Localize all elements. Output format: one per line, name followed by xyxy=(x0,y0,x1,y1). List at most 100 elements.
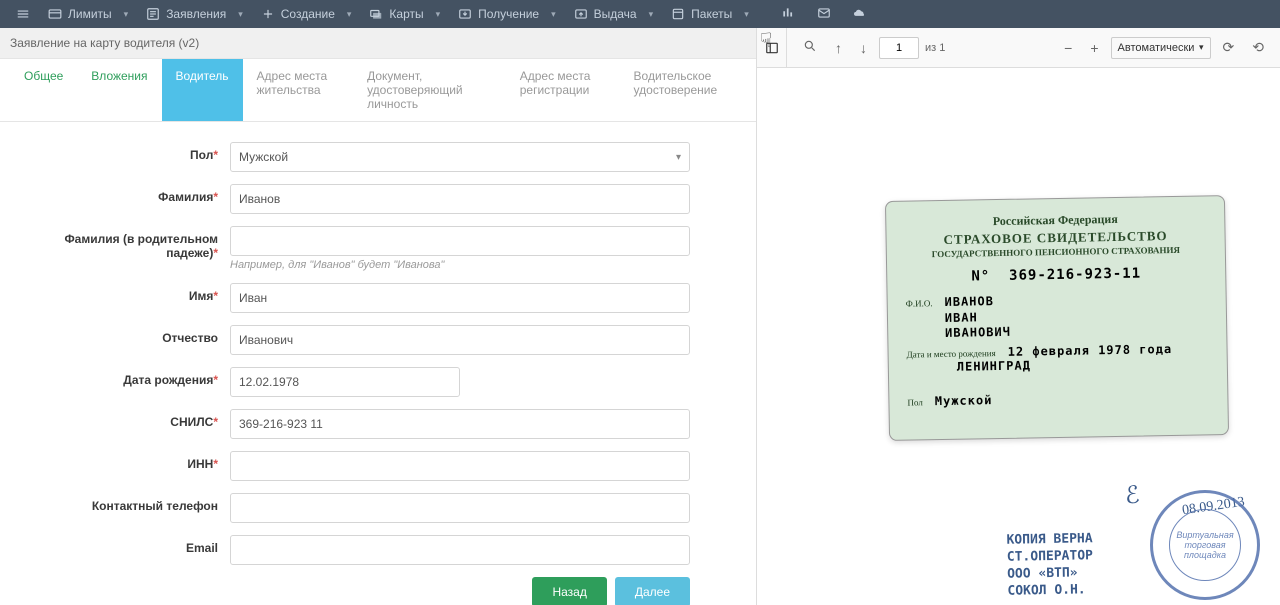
page-total-label: из 1 xyxy=(925,42,945,54)
nav-create[interactable]: Создание ▾ xyxy=(253,3,360,25)
snils-label: СНИЛС* xyxy=(20,409,230,429)
tab-driver[interactable]: Водитель xyxy=(162,59,243,121)
gender-label: Пол* xyxy=(20,142,230,162)
tabs: Общее Вложения Водитель Адрес места жите… xyxy=(0,59,756,122)
nav-receive[interactable]: Получение ▾ xyxy=(450,3,564,25)
chevron-down-icon: ▾ xyxy=(649,9,654,20)
snils-number: N° 369-216-923-11 xyxy=(905,264,1207,285)
snils-input[interactable] xyxy=(230,409,690,439)
nav-mail-icon[interactable] xyxy=(807,2,841,27)
form-area: Пол* Мужской Фамилия* Фамилия (в родител… xyxy=(0,122,756,605)
zoom-in-icon[interactable]: + xyxy=(1084,36,1104,60)
zoom-mode-select[interactable]: Автоматически▾ xyxy=(1111,37,1211,59)
lastname-gen-hint: Например, для "Иванов" будет "Иванова" xyxy=(230,259,690,271)
pdf-viewer-pane: ↑ ↓ из 1 − + Автоматически▾ ⟳ ⟲ Российск… xyxy=(757,28,1280,605)
nav-limits[interactable]: Лимиты ▾ xyxy=(40,3,136,25)
phone-label: Контактный телефон xyxy=(20,493,230,513)
cloud-upload-icon xyxy=(853,6,867,20)
snils-firstname: ИВАН xyxy=(945,309,1011,326)
inn-input[interactable] xyxy=(230,451,690,481)
tab-registration-address[interactable]: Адрес места регистрации xyxy=(506,59,620,121)
chevron-down-icon: ▾ xyxy=(347,9,352,20)
nav-label: Лимиты xyxy=(68,7,112,21)
snils-lastname: ИВАНОВ xyxy=(944,294,1010,311)
snils-document: Российская Федерация СТРАХОВОЕ СВИДЕТЕЛЬ… xyxy=(885,195,1229,441)
rotate-ccw-icon[interactable]: ⟲ xyxy=(1246,35,1270,60)
nav-label: Пакеты xyxy=(691,7,732,21)
issue-icon xyxy=(574,7,588,21)
back-button[interactable]: Назад xyxy=(532,577,606,605)
pdf-sidebar-toggle[interactable] xyxy=(757,28,787,68)
pdf-toolbar: ↑ ↓ из 1 − + Автоматически▾ ⟳ ⟲ xyxy=(757,28,1280,68)
lastname-gen-input[interactable] xyxy=(230,226,690,256)
pdf-canvas[interactable]: Российская Федерация СТРАХОВОЕ СВИДЕТЕЛЬ… xyxy=(757,68,1280,605)
home-icon xyxy=(16,7,30,21)
lastname-input[interactable] xyxy=(230,184,690,214)
card-icon xyxy=(48,7,62,21)
lastname-gen-label: Фамилия (в родительном падеже)* xyxy=(20,226,230,260)
nav-cloud-icon[interactable] xyxy=(843,2,877,27)
bar-chart-icon xyxy=(781,6,795,20)
snils-fio-label: Ф.И.О. xyxy=(906,298,933,308)
snils-gender-label: Пол xyxy=(907,397,923,407)
tab-attachments[interactable]: Вложения xyxy=(77,59,161,121)
copy-valid-stamp: КОПИЯ ВЕРНА СТ.ОПЕРАТОР ООО «ВТП» СОКОЛ … xyxy=(1006,532,1093,601)
dob-label: Дата рождения* xyxy=(20,367,230,387)
middlename-label: Отчество xyxy=(20,325,230,345)
snils-gender: Мужской xyxy=(935,393,993,408)
nav-issue[interactable]: Выдача ▾ xyxy=(566,3,662,25)
snils-birthplace: ЛЕНИНГРАД xyxy=(957,355,1209,373)
chevron-down-icon: ▾ xyxy=(436,9,441,20)
cards-icon xyxy=(369,7,383,21)
round-stamp: Виртуальная торговая площадка xyxy=(1150,490,1260,600)
nav-applications[interactable]: Заявления ▾ xyxy=(138,3,251,25)
top-navigation: Лимиты ▾ Заявления ▾ Создание ▾ Карты ▾ … xyxy=(0,0,1280,28)
signature-mark: ℰ xyxy=(1124,480,1141,510)
list-icon xyxy=(146,7,160,21)
breadcrumb: Заявление на карту водителя (v2) xyxy=(0,28,756,59)
dob-input[interactable] xyxy=(230,367,460,397)
rotate-cw-icon[interactable]: ⟳ xyxy=(1217,35,1241,60)
snils-dob: 12 февраля 1978 года xyxy=(1008,342,1173,359)
nav-label: Получение xyxy=(478,7,539,21)
tab-driver-license[interactable]: Водительское удостоверение xyxy=(620,59,746,121)
prev-page-icon[interactable]: ↑ xyxy=(829,36,848,60)
chevron-down-icon: ▾ xyxy=(238,9,243,20)
receive-icon xyxy=(458,7,472,21)
envelope-icon xyxy=(817,6,831,20)
page-number-input[interactable] xyxy=(879,37,919,59)
gender-select[interactable]: Мужской xyxy=(230,142,690,172)
chevron-down-icon: ▾ xyxy=(551,9,556,20)
nav-packages[interactable]: Пакеты ▾ xyxy=(663,3,757,25)
nav-cards[interactable]: Карты ▾ xyxy=(361,3,448,25)
chevron-down-icon: ▾ xyxy=(744,9,749,20)
nav-label: Создание xyxy=(281,7,335,21)
email-input[interactable] xyxy=(230,535,690,565)
nav-chart-icon[interactable] xyxy=(771,2,805,27)
chevron-down-icon: ▾ xyxy=(124,9,129,20)
nav-label: Карты xyxy=(389,7,423,21)
zoom-out-icon[interactable]: − xyxy=(1058,36,1078,60)
package-icon xyxy=(671,7,685,21)
snils-middlename: ИВАНОВИЧ xyxy=(945,325,1011,342)
firstname-input[interactable] xyxy=(230,283,690,313)
firstname-label: Имя* xyxy=(20,283,230,303)
next-page-icon[interactable]: ↓ xyxy=(854,36,873,60)
search-icon[interactable] xyxy=(797,35,823,60)
tab-identity-doc[interactable]: Документ, удостоверяющий личность xyxy=(353,59,506,121)
plus-icon xyxy=(261,7,275,21)
nav-home-icon[interactable] xyxy=(8,3,38,25)
email-label: Email xyxy=(20,535,230,555)
nav-label: Выдача xyxy=(594,7,637,21)
middlename-input[interactable] xyxy=(230,325,690,355)
inn-label: ИНН* xyxy=(20,451,230,471)
nav-label: Заявления xyxy=(166,7,226,21)
tab-general[interactable]: Общее xyxy=(10,59,77,121)
snils-dob-label: Дата и место рождения xyxy=(907,348,996,360)
form-pane: Заявление на карту водителя (v2) Общее В… xyxy=(0,28,757,605)
phone-input[interactable] xyxy=(230,493,690,523)
tab-residence-address[interactable]: Адрес места жительства xyxy=(243,59,354,121)
sidebar-icon xyxy=(765,41,779,55)
lastname-label: Фамилия* xyxy=(20,184,230,204)
next-button[interactable]: Далее xyxy=(615,577,690,605)
